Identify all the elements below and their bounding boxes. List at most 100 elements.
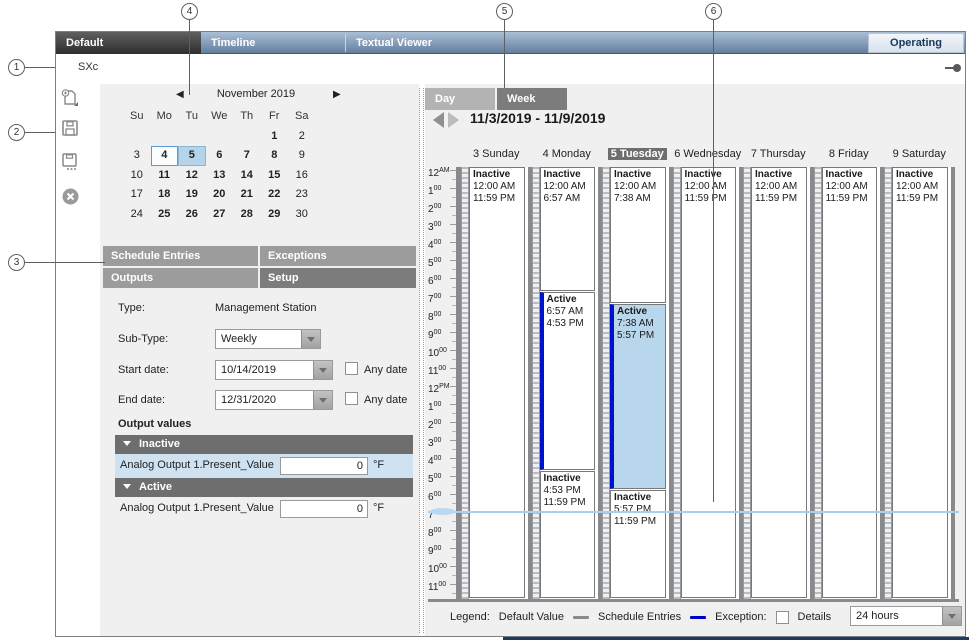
tab-schedule-entries[interactable]: Schedule Entries (103, 246, 258, 266)
day-column-content[interactable]: Inactive12:00 AM11:59 PM (469, 167, 528, 599)
calendar-day-22[interactable]: 22 (261, 185, 289, 205)
schedule-entry-block[interactable]: Active6:57 AM4:53 PM (540, 292, 596, 470)
calendar-day-3[interactable]: 3 (123, 146, 151, 166)
day-header[interactable]: 9 Saturday (884, 148, 955, 165)
calendar-day-20[interactable]: 20 (206, 185, 234, 205)
calendar-day-5[interactable]: 5 (178, 146, 206, 166)
end-any-date-checkbox[interactable] (345, 392, 358, 405)
time-label: 900 (428, 329, 456, 347)
calendar-day-6[interactable]: 6 (206, 146, 234, 166)
tab-setup[interactable]: Setup (260, 268, 416, 288)
tab-day[interactable]: Day (425, 88, 495, 110)
day-header[interactable]: 6 Wednesday (673, 148, 744, 165)
start-date-dropdown[interactable]: 10/14/2019 (215, 360, 333, 380)
calendar-day-29[interactable]: 29 (261, 205, 289, 225)
calendar-day-12[interactable]: 12 (178, 166, 206, 186)
time-label: 200 (428, 419, 456, 437)
next-week-icon[interactable] (448, 112, 459, 128)
save-button[interactable] (60, 118, 80, 138)
operating-mode-button[interactable]: Operating (868, 33, 964, 53)
inactive-value-input[interactable] (280, 457, 368, 475)
tab-textual-viewer[interactable]: Textual Viewer (346, 32, 490, 54)
calendar-day-25[interactable]: 25 (151, 205, 179, 225)
end-date-dropdown-button[interactable] (313, 391, 332, 409)
calendar-day-19[interactable]: 19 (178, 185, 206, 205)
day-column-content[interactable]: Inactive12:00 AM11:59 PM (892, 167, 951, 599)
calendar-day-14[interactable]: 14 (233, 166, 261, 186)
day-column-content[interactable]: Inactive12:00 AM11:59 PM (681, 167, 740, 599)
day-header[interactable]: 8 Friday (814, 148, 885, 165)
pane-splitter[interactable] (419, 88, 424, 633)
calendar-day-15[interactable]: 15 (261, 166, 289, 186)
inactive-section-header[interactable]: Inactive (115, 435, 413, 454)
time-label: 400 (428, 455, 456, 473)
time-range-dropdown-button[interactable] (942, 607, 961, 625)
schedule-entry-block[interactable]: Inactive5:57 PM11:59 PM (610, 490, 666, 598)
grid-bottom-edge (428, 599, 959, 602)
day-column-content[interactable]: Inactive12:00 AM11:59 PM (751, 167, 810, 599)
calendar-day-21[interactable]: 21 (233, 185, 261, 205)
calendar-day-11[interactable]: 11 (151, 166, 179, 186)
schedule-entry-block[interactable]: Inactive12:00 AM11:59 PM (469, 167, 525, 598)
prev-week-icon[interactable] (433, 112, 444, 128)
output-point-label: Analog Output 1.Present_Value (120, 502, 274, 514)
calendar-day-8[interactable]: 8 (261, 146, 289, 166)
time-range-dropdown[interactable]: 24 hours (850, 606, 962, 626)
new-schedule-button[interactable] (60, 88, 80, 108)
calendar-day-18[interactable]: 18 (151, 185, 179, 205)
calendar-prev-icon[interactable]: ◀ (176, 89, 184, 100)
tab-default[interactable]: Default (56, 32, 201, 54)
schedule-entry-block[interactable]: Inactive12:00 AM7:38 AM (610, 167, 666, 303)
schedule-entry-block[interactable]: Inactive12:00 AM11:59 PM (681, 167, 737, 598)
start-date-dropdown-button[interactable] (313, 361, 332, 379)
calendar-day-30[interactable]: 30 (288, 205, 316, 225)
calendar-day-4[interactable]: 4 (151, 146, 179, 166)
schedule-entry-block[interactable]: Inactive12:00 AM6:57 AM (540, 167, 596, 291)
day-column-content[interactable]: Inactive12:00 AM6:57 AMActive6:57 AM4:53… (540, 167, 599, 599)
day-header[interactable]: 5 Tuesday (602, 148, 673, 165)
calendar-day-24[interactable]: 24 (123, 205, 151, 225)
time-label: 500 (428, 473, 456, 491)
calendar-day-13[interactable]: 13 (206, 166, 234, 186)
tab-outputs[interactable]: Outputs (103, 268, 258, 288)
calendar-day-27[interactable]: 27 (206, 205, 234, 225)
calendar-day-1[interactable]: 1 (261, 127, 289, 147)
active-section-header[interactable]: Active (115, 478, 413, 497)
schedule-entry-block[interactable]: Active7:38 AM5:57 PM (610, 304, 666, 489)
subtype-dropdown[interactable]: Weekly (215, 329, 321, 349)
calendar-day-10[interactable]: 10 (123, 166, 151, 186)
default-value-stripe (743, 167, 751, 599)
calendar-day-7[interactable]: 7 (233, 146, 261, 166)
tab-timeline[interactable]: Timeline (201, 32, 345, 54)
subtype-dropdown-button[interactable] (301, 330, 320, 348)
start-any-date-checkbox[interactable] (345, 362, 358, 375)
calendar-next-icon[interactable]: ▶ (333, 89, 341, 100)
collapse-handle-dot-icon[interactable] (953, 64, 961, 72)
time-label: 1100 (428, 365, 456, 383)
schedule-entry-block[interactable]: Inactive12:00 AM11:59 PM (751, 167, 807, 598)
schedule-entry-block[interactable]: Inactive12:00 AM11:59 PM (892, 167, 948, 598)
active-value-input[interactable] (280, 500, 368, 518)
end-date-dropdown[interactable]: 12/31/2020 (215, 390, 333, 410)
day-header[interactable]: 3 Sunday (461, 148, 532, 165)
calendar-day-16[interactable]: 16 (288, 166, 316, 186)
day-column-content[interactable]: Inactive12:00 AM11:59 PM (822, 167, 881, 599)
calendar-day-26[interactable]: 26 (178, 205, 206, 225)
day-column: Inactive12:00 AM11:59 PM (673, 167, 744, 599)
calendar-day-17[interactable]: 17 (123, 185, 151, 205)
details-checkbox[interactable] (776, 611, 789, 624)
calendar-day-23[interactable]: 23 (288, 185, 316, 205)
tab-exceptions[interactable]: Exceptions (260, 246, 416, 266)
calendar-weekday-label: Mo (151, 107, 179, 127)
calendar-day-2[interactable]: 2 (288, 127, 316, 147)
cancel-button[interactable] (60, 186, 80, 206)
day-header[interactable]: 4 Monday (532, 148, 603, 165)
calendar-day-9[interactable]: 9 (288, 146, 316, 166)
schedule-entry-block[interactable]: Inactive12:00 AM11:59 PM (822, 167, 878, 598)
schedule-entry-block[interactable]: Inactive4:53 PM11:59 PM (540, 471, 596, 598)
calendar-day-28[interactable]: 28 (233, 205, 261, 225)
save-as-button[interactable] (60, 152, 80, 172)
tab-week[interactable]: Week (497, 88, 567, 110)
day-header[interactable]: 7 Thursday (743, 148, 814, 165)
day-column-content[interactable]: Inactive12:00 AM7:38 AMActive7:38 AM5:57… (610, 167, 669, 599)
